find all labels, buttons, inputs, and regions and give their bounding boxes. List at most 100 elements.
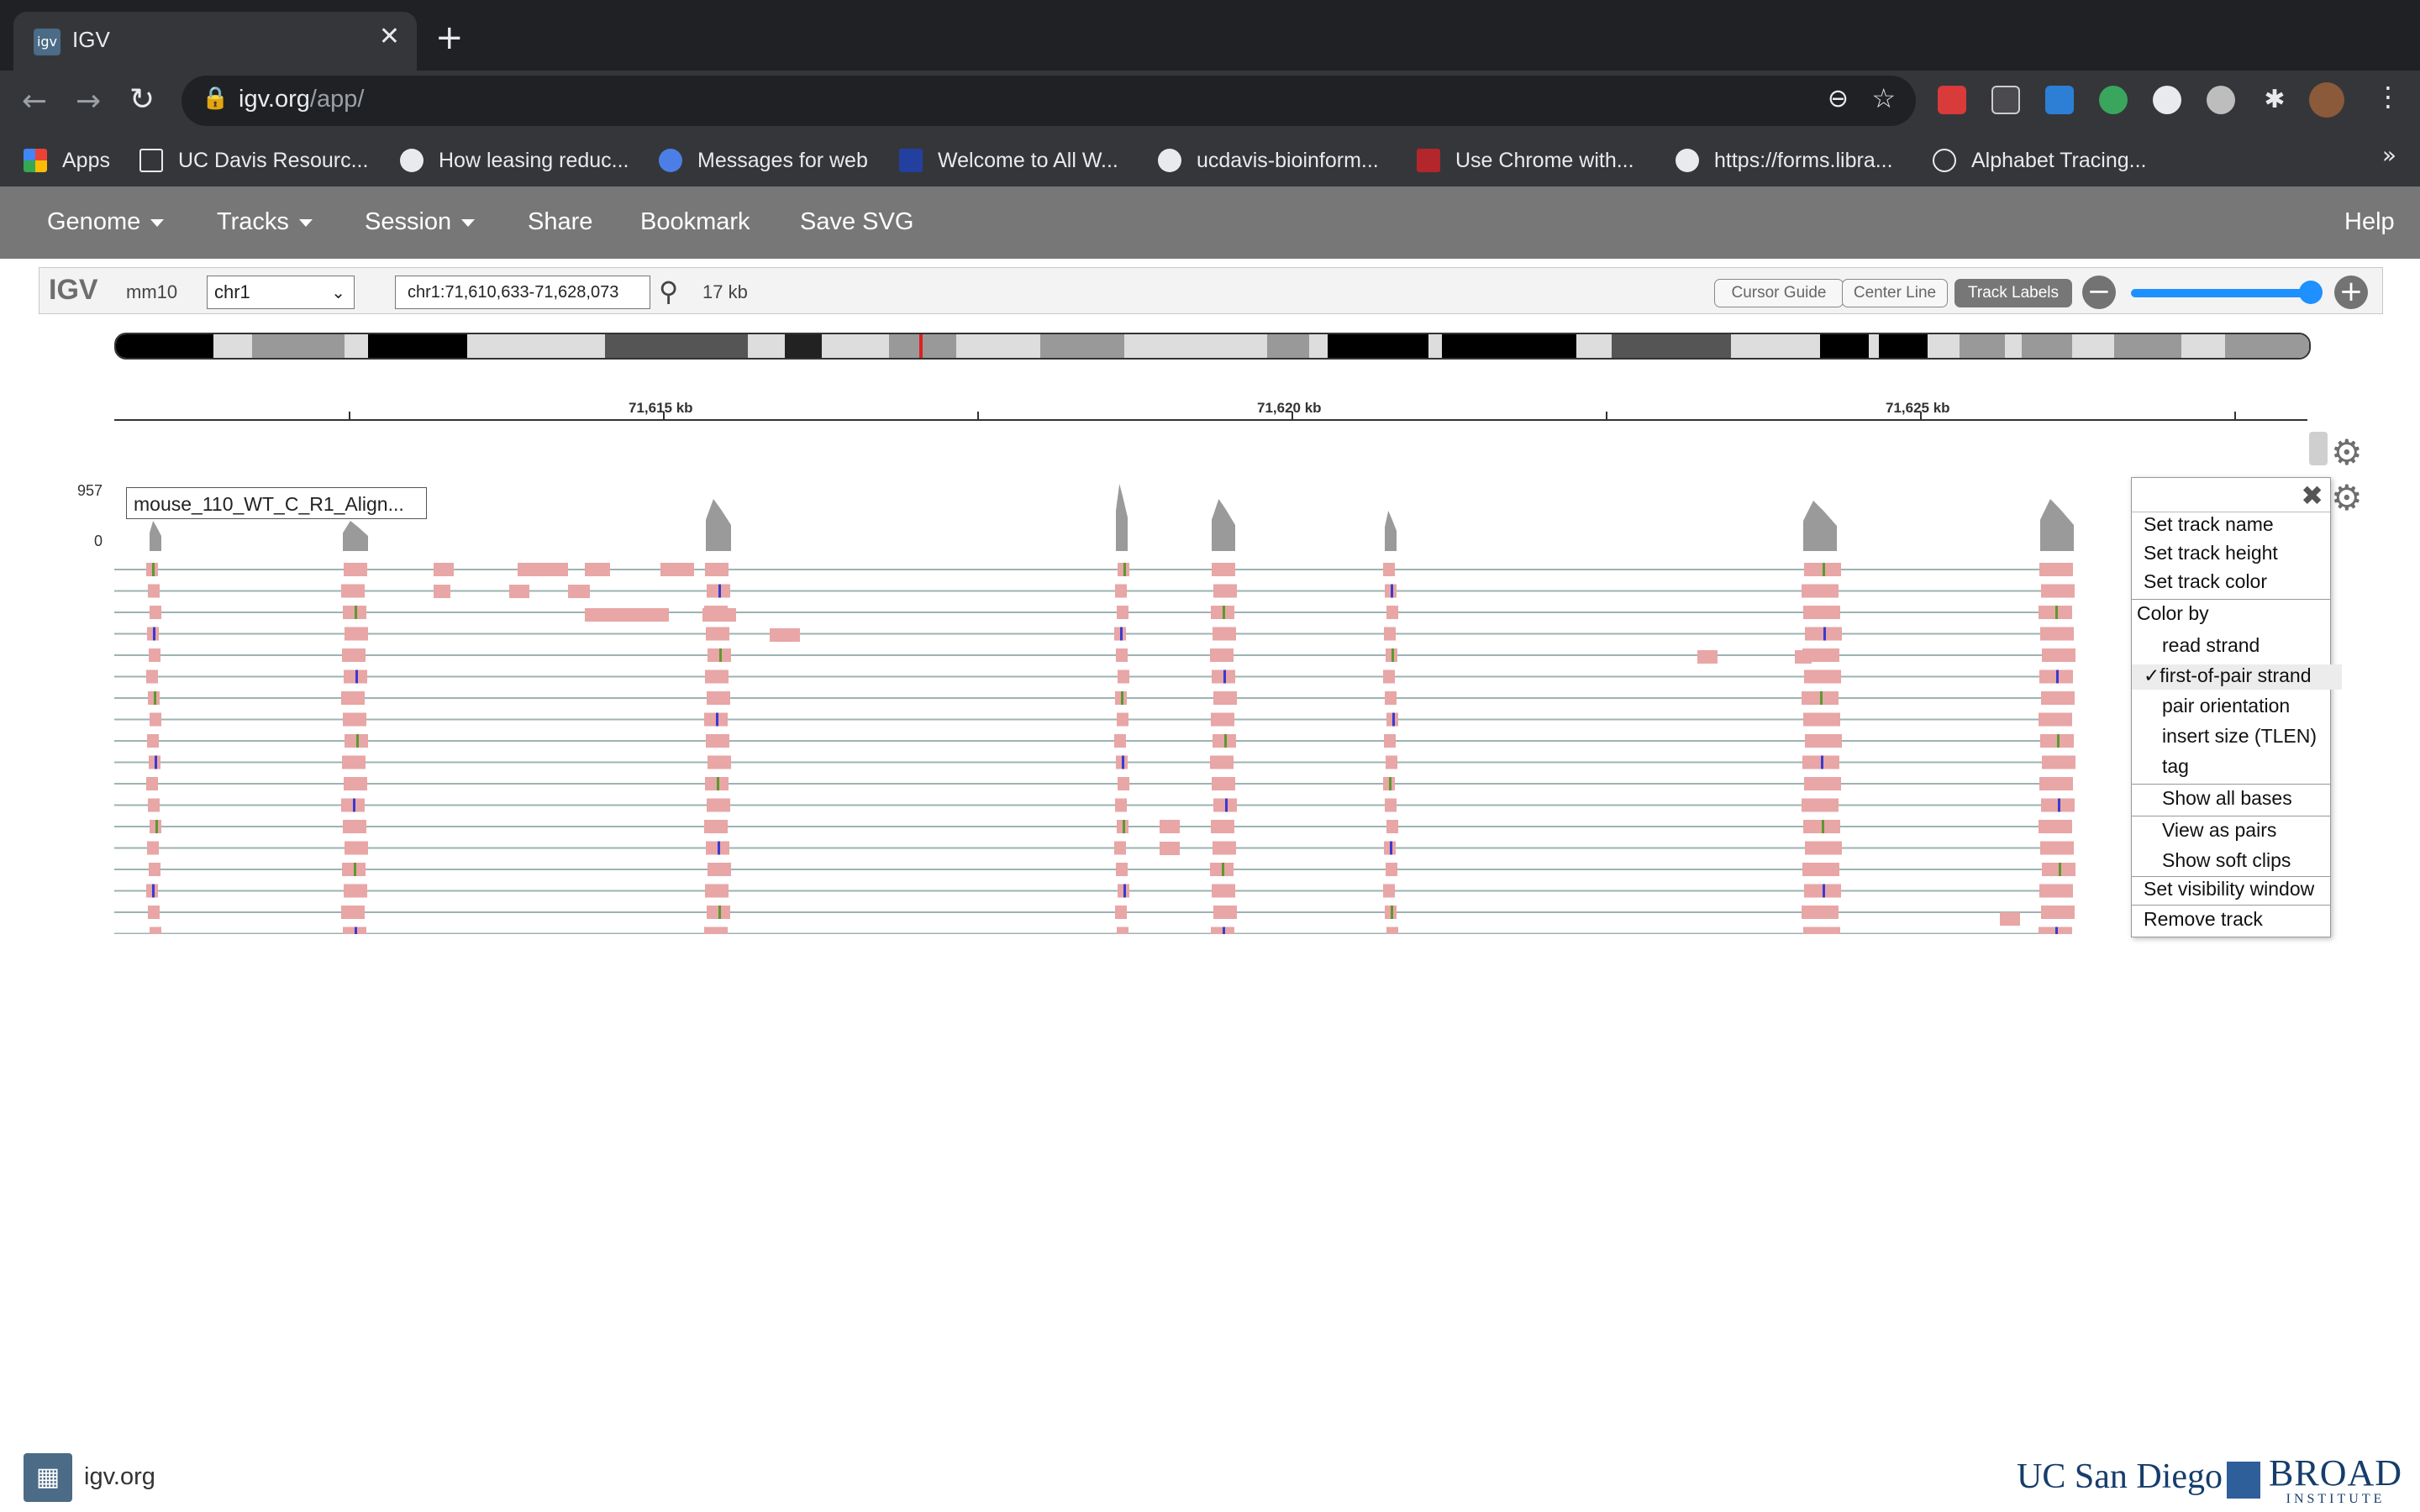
close-icon[interactable]: ✖ — [2301, 480, 2323, 512]
mismatch-base — [1223, 669, 1226, 684]
read-block — [706, 627, 729, 641]
ideogram-band — [785, 334, 822, 358]
genome-menu[interactable]: Genome — [47, 208, 165, 236]
ideogram-band — [1124, 334, 1267, 358]
bookmark-uc-davis[interactable]: UC Davis Resourc... — [139, 144, 368, 176]
footer-site-link[interactable]: igv.org — [84, 1463, 155, 1491]
track-gear-icon[interactable]: ⚙ — [2331, 480, 2363, 516]
bookmark-apps[interactable]: Apps — [24, 144, 110, 176]
read-block — [341, 691, 365, 705]
read-block — [1385, 691, 1397, 705]
help-link[interactable]: Help — [2344, 208, 2395, 236]
ruler-track-handle[interactable] — [2309, 432, 2328, 465]
check-icon: ✓ — [2144, 664, 2160, 686]
menu-item-view-as-pairs[interactable]: View as pairs — [2132, 819, 2360, 842]
menu-item-remove-track[interactable]: Remove track — [2132, 908, 2342, 931]
extension-1password-icon[interactable] — [2153, 86, 2181, 114]
read-block — [434, 585, 450, 598]
menu-item-set-visibility-window[interactable]: Set visibility window — [2132, 878, 2342, 900]
chromosome-select[interactable]: chr1 ⌄ — [207, 276, 355, 309]
new-tab-icon[interactable]: + — [435, 18, 464, 57]
cursor-guide-button[interactable]: Cursor Guide — [1714, 279, 1844, 307]
ideogram-band — [116, 334, 213, 358]
ruler-tick-label: 71,620 kb — [1257, 400, 1322, 416]
read-block — [1115, 798, 1127, 812]
zoom-slider[interactable] — [2131, 289, 2314, 297]
bookmark-messages[interactable]: Messages for web — [659, 144, 868, 176]
zoom-in-icon[interactable]: + — [2334, 276, 2368, 309]
messages-icon — [659, 149, 682, 172]
chrome-menu-icon[interactable]: ⋮ — [2375, 81, 2402, 113]
mismatch-base — [353, 798, 355, 812]
session-menu[interactable]: Session — [365, 208, 476, 236]
menu-item-set-track-name[interactable]: Set track name — [2132, 513, 2342, 536]
menu-item-set-track-color[interactable]: Set track color — [2132, 570, 2342, 593]
bookmark-welcome[interactable]: Welcome to All W... — [899, 144, 1118, 176]
menu-item-pair-orientation[interactable]: pair orientation — [2132, 695, 2360, 717]
extension-mendeley-icon[interactable] — [1938, 86, 1966, 114]
share-link[interactable]: Share — [528, 208, 592, 236]
zoom-slider-handle[interactable] — [2299, 281, 2323, 304]
bookmark-label: Use Chrome with... — [1455, 148, 1634, 172]
browser-tab[interactable]: igv IGV ✕ — [13, 12, 417, 71]
tracks-menu[interactable]: Tracks — [217, 208, 313, 236]
read-block — [1383, 884, 1395, 898]
alignment-track[interactable] — [114, 480, 2307, 934]
mismatch-base — [1123, 884, 1126, 898]
read-block — [702, 608, 736, 622]
save-svg-link[interactable]: Save SVG — [800, 208, 913, 236]
bookmark-ucdavis-bioinformatics[interactable]: ucdavis-bioinform... — [1158, 144, 1379, 176]
locus-input[interactable]: chr1:71,610,633-71,628,073 — [395, 276, 650, 309]
read-block — [1386, 755, 1397, 769]
mismatch-base — [1823, 884, 1825, 898]
track-name-label[interactable]: mouse_110_WT_C_R1_Align... — [126, 487, 427, 519]
tab-close-icon[interactable]: ✕ — [379, 22, 400, 51]
bookmark-star-icon[interactable]: ☆ — [1871, 82, 1896, 114]
search-icon[interactable]: ⚲ — [659, 276, 678, 307]
extension-circle-icon[interactable] — [2207, 86, 2235, 114]
back-icon[interactable]: ← — [22, 84, 47, 118]
ideogram-band — [1879, 334, 1928, 358]
forward-icon[interactable]: → — [76, 84, 101, 118]
menu-separator — [2132, 905, 2330, 906]
menu-item-insert-size[interactable]: insert size (TLEN) — [2132, 725, 2360, 748]
ideogram-band — [345, 334, 368, 358]
mismatch-base — [2056, 669, 2059, 684]
bookmark-leasing[interactable]: How leasing reduc... — [400, 144, 629, 176]
address-bar[interactable]: 🔒 igv.org/app/ ⊖ ☆ — [182, 76, 1916, 126]
track-labels-button[interactable]: Track Labels — [1954, 279, 2072, 307]
extension-trello-icon[interactable] — [2045, 86, 2074, 114]
menu-item-set-track-height[interactable]: Set track height — [2132, 542, 2342, 564]
menu-item-show-soft-clips[interactable]: Show soft clips — [2132, 849, 2360, 872]
more-bookmarks-icon[interactable]: » — [2382, 141, 2396, 169]
extension-green-icon[interactable] — [2099, 86, 2128, 114]
menu-separator — [2132, 784, 2330, 785]
chevron-down-icon — [461, 218, 476, 227]
read-block — [341, 584, 365, 598]
extensions-puzzle-icon[interactable]: ✱ — [2260, 86, 2289, 114]
profile-avatar[interactable] — [2309, 82, 2344, 118]
reload-icon[interactable]: ↻ — [129, 82, 155, 117]
ideogram-band — [368, 334, 467, 358]
bookmark-use-chrome[interactable]: Use Chrome with... — [1417, 144, 1634, 176]
zoom-out-icon[interactable]: − — [2082, 276, 2116, 309]
menu-item-show-all-bases[interactable]: Show all bases — [2132, 787, 2360, 810]
read-block — [1213, 841, 1236, 855]
center-line-button[interactable]: Center Line — [1842, 279, 1948, 307]
extension-pocket-icon[interactable] — [1991, 86, 2020, 114]
mismatch-base — [355, 927, 357, 934]
zoom-out-icon[interactable]: ⊖ — [1828, 84, 1849, 113]
menu-item-read-strand[interactable]: read strand — [2132, 634, 2360, 657]
chromosome-value: chr1 — [214, 281, 250, 302]
menu-item-first-of-pair-strand[interactable]: ✓first-of-pair strand — [2132, 664, 2342, 690]
ruler-gear-icon[interactable]: ⚙ — [2331, 435, 2363, 470]
bookmark-forms-library[interactable]: https://forms.libra... — [1676, 144, 1893, 176]
chromosome-ideogram[interactable] — [114, 333, 2311, 360]
bookmark-alphabet-tracing[interactable]: Alphabet Tracing... — [1933, 144, 2146, 176]
bookmark-link[interactable]: Bookmark — [640, 208, 750, 236]
ideogram-band — [1309, 334, 1328, 358]
read-block — [1117, 606, 1128, 619]
read-block — [2039, 712, 2072, 727]
mismatch-base — [1120, 627, 1123, 641]
menu-item-tag[interactable]: tag — [2132, 755, 2360, 778]
